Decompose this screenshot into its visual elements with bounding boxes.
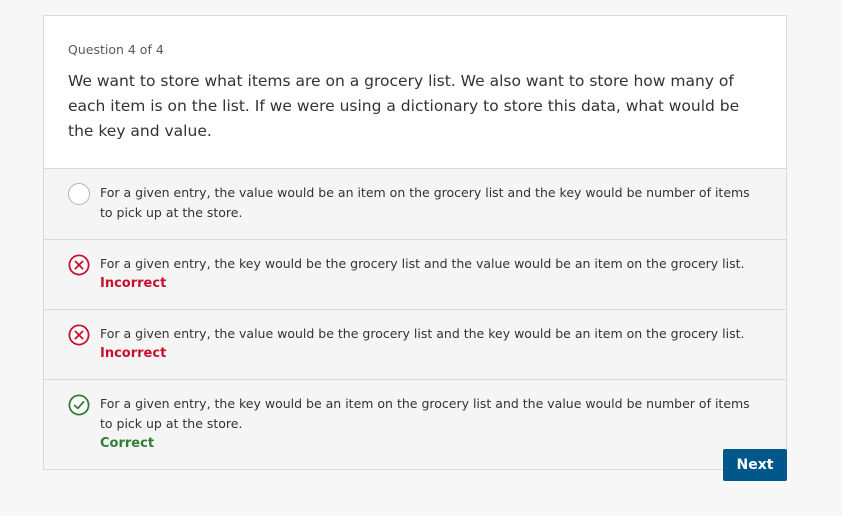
check-circle-icon	[68, 394, 90, 416]
question-header: Question 4 of 4 We want to store what it…	[44, 16, 786, 169]
answer-option-4[interactable]: For a given entry, the key would be an i…	[44, 380, 786, 469]
x-circle-icon	[68, 254, 90, 276]
feedback-incorrect: Incorrect	[100, 346, 167, 361]
answer-option-text: For a given entry, the value would be an…	[100, 185, 750, 220]
radio-circle-icon[interactable]	[68, 183, 90, 205]
feedback-correct: Correct	[100, 436, 155, 451]
answer-option-2[interactable]: For a given entry, the key would be the …	[44, 240, 786, 310]
next-button[interactable]: Next	[723, 449, 787, 481]
x-circle-icon	[68, 324, 90, 346]
answer-option-text: For a given entry, the key would be an i…	[100, 396, 750, 431]
question-card: Question 4 of 4 We want to store what it…	[43, 15, 787, 470]
answer-option-1[interactable]: For a given entry, the value would be an…	[44, 169, 786, 240]
answer-option-text: For a given entry, the key would be the …	[100, 256, 745, 271]
feedback-incorrect: Incorrect	[100, 276, 167, 291]
answer-option-text: For a given entry, the value would be th…	[100, 326, 745, 341]
question-prompt: We want to store what items are on a gro…	[68, 72, 740, 140]
question-counter: Question 4 of 4	[68, 42, 164, 57]
answer-option-3[interactable]: For a given entry, the value would be th…	[44, 310, 786, 380]
